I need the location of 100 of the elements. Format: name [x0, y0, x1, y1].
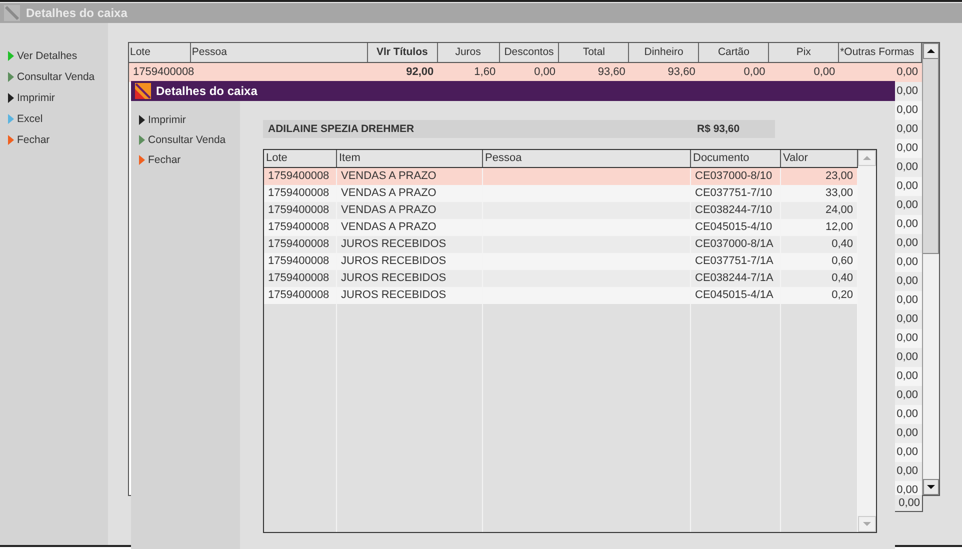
table-cell: 0,00	[896, 484, 918, 495]
table-cell: 0,20	[832, 289, 853, 301]
sidebar-item[interactable]: Imprimir	[0, 87, 108, 108]
table-cell: JUROS RECEBIDOS	[341, 238, 446, 250]
column-header[interactable]: Cartão	[699, 43, 770, 62]
table-cell: 0,00	[896, 294, 918, 306]
column-header[interactable]: Lote	[264, 150, 337, 167]
table-cell: 0,00	[896, 66, 918, 78]
table-cell: 0,40	[832, 238, 853, 250]
column-header[interactable]: Pessoa	[190, 43, 368, 62]
table-cell: 1759400008	[133, 66, 194, 78]
table-row[interactable]: 1759400008 VENDAS A PRAZO CE037000-8/10 23,00	[264, 168, 858, 185]
table-cell: 1759400008	[268, 255, 330, 267]
table-row[interactable]: 1759400008 JUROS RECEBIDOS CE037000-8/1A 0,40	[264, 236, 858, 253]
table-cell: CE037751-7/10	[695, 187, 772, 199]
table-row[interactable]: 1759400008 VENDAS A PRAZO CE037751-7/10 33,00	[264, 185, 858, 202]
table-cell: 0,00	[896, 237, 918, 249]
table-cell: 33,00	[825, 187, 853, 199]
column-header[interactable]: Item	[337, 150, 483, 167]
column-header[interactable]: Total	[559, 43, 630, 62]
table-cell: 0,00	[896, 123, 918, 135]
table-cell: 1759400008	[268, 221, 330, 233]
scroll-down-icon	[863, 522, 871, 526]
table-cell: JUROS RECEBIDOS	[341, 289, 446, 301]
column-header[interactable]: Juros	[438, 43, 500, 62]
scrollbar[interactable]	[858, 150, 876, 532]
sidebar-item[interactable]: Imprimir	[131, 110, 240, 130]
table-cell: 0,00	[896, 85, 918, 97]
table-cell: 1759400008	[268, 204, 330, 216]
sidebar-item[interactable]: Ver Detalhes	[0, 45, 108, 66]
column-header[interactable]: Dinheiro	[629, 43, 700, 62]
table-cell: 0,00	[896, 142, 918, 154]
total-amount: R$ 93,60	[697, 123, 740, 135]
table-cell: 0,40	[832, 272, 853, 284]
table-row[interactable]: 1759400008 VENDAS A PRAZO CE038244-7/10 24,00	[264, 202, 858, 219]
scrollbar[interactable]	[922, 43, 939, 495]
table-cell: 1759400008	[268, 272, 330, 284]
table-cell: 0,00	[896, 389, 918, 401]
table-cell: 1759400008	[268, 187, 330, 199]
column-header[interactable]: Lote	[129, 43, 191, 62]
column-header[interactable]: Documento	[691, 150, 781, 167]
table-cell: CE045015-4/1A	[695, 289, 774, 301]
table-cell: 23,00	[825, 170, 853, 182]
table-row[interactable]: 1759400008 JUROS RECEBIDOS CE038244-7/1A 0,40	[264, 270, 858, 287]
table-cell: CE045015-4/10	[695, 221, 772, 233]
table-cell: CE038244-7/1A	[695, 272, 774, 284]
table-cell: 0,00	[896, 446, 918, 458]
table-cell: 0,00	[814, 66, 836, 78]
table-cell: JUROS RECEBIDOS	[341, 272, 446, 284]
table-cell: 0,00	[896, 180, 918, 192]
table-cell: 0,00	[744, 66, 766, 78]
table-cell: 12,00	[825, 221, 853, 233]
scroll-down-icon	[927, 485, 935, 489]
sidebar-item[interactable]: Consultar Venda	[131, 130, 240, 150]
table-cell: CE037751-7/1A	[695, 255, 774, 267]
table-cell: 1759400008	[268, 289, 330, 301]
table-cell: VENDAS A PRAZO	[341, 221, 436, 233]
sidebar-item[interactable]: Fechar	[131, 150, 240, 170]
sidebar-item[interactable]: Consultar Venda	[0, 66, 108, 87]
window-title: Detalhes do caixa	[26, 6, 128, 20]
table-cell: VENDAS A PRAZO	[341, 170, 436, 182]
sidebar-item[interactable]: Fechar	[0, 129, 108, 150]
table-cell: 93,60	[668, 66, 696, 78]
table-cell: 0,00	[896, 313, 918, 325]
table-cell: 0,00	[534, 66, 556, 78]
table-row[interactable]: 1759400008 JUROS RECEBIDOS CE037751-7/1A 0,60	[264, 253, 858, 270]
customer-name: ADILAINE SPEZIA DREHMER	[267, 123, 416, 135]
dialog-title: Detalhes do caixa	[156, 84, 258, 98]
table-cell: 0,00	[896, 275, 918, 287]
table-cell: 0,00	[896, 199, 918, 211]
table-cell: 0,00	[896, 161, 918, 173]
table-row[interactable]: 1759400008 VENDAS A PRAZO CE045015-4/10 12,00	[264, 219, 858, 236]
table-cell: 0,00	[896, 465, 918, 477]
table-cell: 0,00	[896, 370, 918, 382]
app-logo-icon	[4, 5, 20, 21]
table-cell: 0,00	[896, 104, 918, 116]
scroll-up-icon	[927, 49, 935, 53]
sidebar-item[interactable]: Excel	[0, 108, 108, 129]
table-cell: 1759400008	[268, 170, 330, 182]
table-cell: 0,00	[896, 427, 918, 439]
table-cell: 92,00	[406, 66, 434, 78]
table-row[interactable]: 1759400008 92,00 1,60 0,00 93,60 93,60 0,00 0,00 0,00	[129, 63, 922, 82]
table-cell: 1,60	[474, 66, 496, 78]
table-cell: 0,00	[896, 332, 918, 344]
table-cell: CE037000-8/10	[695, 170, 772, 182]
table-cell: 0,00	[896, 351, 918, 363]
table-cell: 0,00	[896, 218, 918, 230]
table-cell: VENDAS A PRAZO	[341, 187, 436, 199]
column-header[interactable]: Pix	[769, 43, 840, 62]
column-header[interactable]: Pessoa	[483, 150, 691, 167]
table-cell: 0,00	[896, 256, 918, 268]
table-cell: 0,60	[832, 255, 853, 267]
table-cell: JUROS RECEBIDOS	[341, 255, 446, 267]
column-header[interactable]: Descontos	[500, 43, 560, 62]
column-header[interactable]: Vlr Títulos	[368, 43, 438, 62]
footer-total: 0,00	[892, 495, 923, 512]
table-cell: 24,00	[825, 204, 853, 216]
table-cell: CE038244-7/10	[695, 204, 772, 216]
table-cell: CE037000-8/1A	[695, 238, 774, 250]
table-row[interactable]: 1759400008 JUROS RECEBIDOS CE045015-4/1A 0,20	[264, 287, 858, 304]
